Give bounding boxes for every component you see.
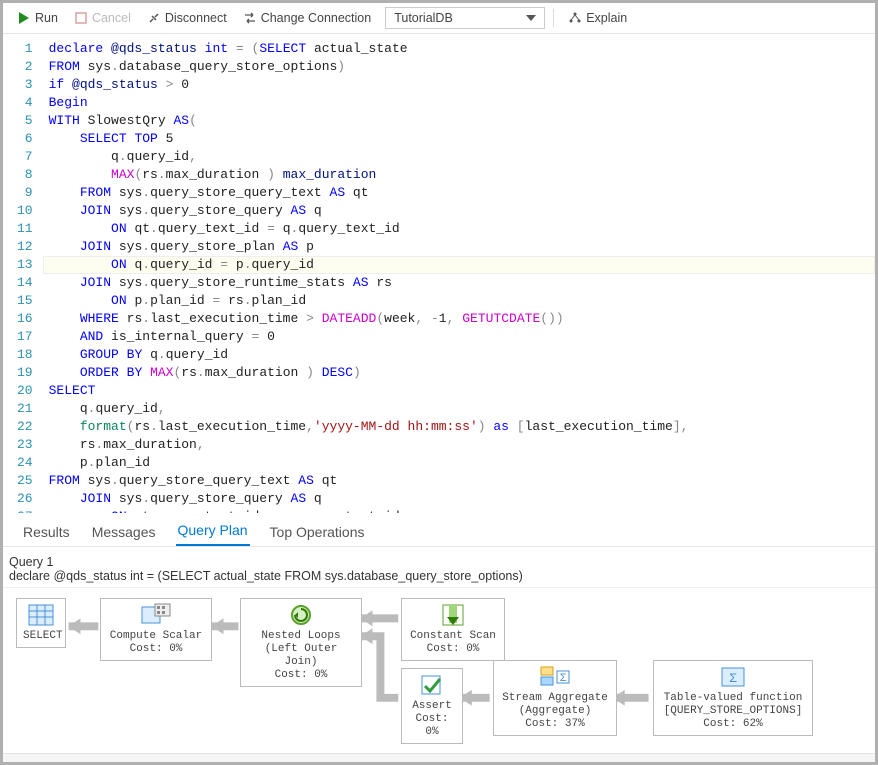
code-line[interactable]: JOIN sys.query_store_runtime_stats AS rs [43, 274, 875, 292]
code-line[interactable]: ON qt.query_text_id = q.query_text_id [43, 508, 875, 513]
database-selected: TutorialDB [394, 11, 453, 25]
explain-button[interactable]: Explain [562, 9, 633, 27]
chevron-down-icon [526, 15, 536, 21]
tab-top-operations[interactable]: Top Operations [268, 518, 367, 546]
toolbar: Run Cancel Disconnect Change Connection … [3, 3, 875, 34]
change-connection-icon [243, 11, 257, 25]
code-line[interactable]: rs.max_duration, [43, 436, 875, 454]
disconnect-icon [147, 11, 161, 25]
code-line[interactable]: q.query_id, [43, 148, 875, 166]
code-line[interactable]: if @qds_status > 0 [43, 76, 875, 94]
disconnect-button[interactable]: Disconnect [141, 9, 233, 27]
plan-node-select[interactable]: SELECT [16, 598, 66, 648]
nested-loops-icon [287, 603, 315, 627]
code-line[interactable]: format(rs.last_execution_time,'yyyy-MM-d… [43, 418, 875, 436]
plan-node-constant-scan[interactable]: Constant Scan Cost: 0% [401, 598, 505, 661]
cancel-button: Cancel [68, 9, 137, 27]
code-line[interactable]: JOIN sys.query_store_query AS q [43, 490, 875, 508]
code-line[interactable]: ON q.query_id = p.query_id [43, 256, 875, 274]
compute-scalar-icon [141, 603, 171, 627]
code-line[interactable]: FROM sys.query_store_query_text AS qt [43, 184, 875, 202]
assert-icon [418, 673, 446, 697]
explain-label: Explain [586, 11, 627, 25]
disconnect-label: Disconnect [165, 11, 227, 25]
stream-aggregate-icon: Σ [540, 665, 570, 689]
play-icon [17, 11, 31, 25]
plan-node-nested-loops[interactable]: Nested Loops (Left Outer Join) Cost: 0% [240, 598, 362, 687]
footer-bar [3, 753, 875, 762]
code-line[interactable]: SELECT TOP 5 [43, 130, 875, 148]
code-line[interactable]: FROM sys.query_store_query_text AS qt [43, 472, 875, 490]
code-line[interactable]: SELECT [43, 382, 875, 400]
svg-text:Σ: Σ [560, 673, 567, 685]
code-line[interactable]: Begin [43, 94, 875, 112]
code-line[interactable]: q.query_id, [43, 400, 875, 418]
cancel-label: Cancel [92, 11, 131, 25]
code-line[interactable]: GROUP BY q.query_id [43, 346, 875, 364]
code-line[interactable]: ORDER BY MAX(rs.max_duration ) DESC) [43, 364, 875, 382]
query-header: Query 1 declare @qds_status int = (SELEC… [3, 547, 875, 588]
code-editor[interactable]: 1 2 3 4 5 6 7 8 9 10 11 12 13 14 15 16 1… [3, 34, 875, 513]
code-content[interactable]: declare @qds_status int = (SELECT actual… [43, 34, 875, 513]
change-connection-button[interactable]: Change Connection [237, 9, 378, 27]
constant-scan-icon [439, 603, 467, 627]
code-line[interactable]: JOIN sys.query_store_plan AS p [43, 238, 875, 256]
plan-node-assert[interactable]: Assert Cost: 0% [401, 668, 463, 744]
code-line[interactable]: FROM sys.database_query_store_options) [43, 58, 875, 76]
run-label: Run [35, 11, 58, 25]
database-select[interactable]: TutorialDB [385, 7, 545, 29]
result-tabs: Results Messages Query Plan Top Operatio… [3, 513, 875, 547]
code-line[interactable]: MAX(rs.max_duration ) max_duration [43, 166, 875, 184]
code-line[interactable]: WHERE rs.last_execution_time > DATEADD(w… [43, 310, 875, 328]
tvf-icon: Σ [719, 665, 747, 689]
stop-icon [74, 11, 88, 25]
tab-query-plan[interactable]: Query Plan [176, 516, 250, 546]
code-line[interactable]: declare @qds_status int = (SELECT actual… [43, 40, 875, 58]
svg-text:Σ: Σ [729, 671, 737, 686]
separator [553, 9, 554, 27]
select-icon [27, 603, 55, 627]
tab-messages[interactable]: Messages [90, 518, 158, 546]
explain-icon [568, 11, 582, 25]
query-plan-area[interactable]: SELECT Compute Scalar Cost: 0% Nested Lo… [3, 588, 875, 753]
plan-node-compute-scalar[interactable]: Compute Scalar Cost: 0% [100, 598, 212, 661]
code-line[interactable]: p.plan_id [43, 454, 875, 472]
plan-node-table-valued-function[interactable]: Σ Table-valued function [QUERY_STORE_OPT… [653, 660, 813, 736]
code-line[interactable]: ON p.plan_id = rs.plan_id [43, 292, 875, 310]
plan-node-stream-aggregate[interactable]: Σ Stream Aggregate (Aggregate) Cost: 37% [493, 660, 617, 736]
code-line[interactable]: WITH SlowestQry AS( [43, 112, 875, 130]
query-text: declare @qds_status int = (SELECT actual… [9, 569, 869, 583]
code-line[interactable]: ON qt.query_text_id = q.query_text_id [43, 220, 875, 238]
code-line[interactable]: AND is_internal_query = 0 [43, 328, 875, 346]
query-title: Query 1 [9, 555, 869, 569]
line-gutter: 1 2 3 4 5 6 7 8 9 10 11 12 13 14 15 16 1… [3, 34, 43, 513]
code-line[interactable]: JOIN sys.query_store_query AS q [43, 202, 875, 220]
tab-results[interactable]: Results [21, 518, 72, 546]
run-button[interactable]: Run [11, 9, 64, 27]
change-connection-label: Change Connection [261, 11, 372, 25]
